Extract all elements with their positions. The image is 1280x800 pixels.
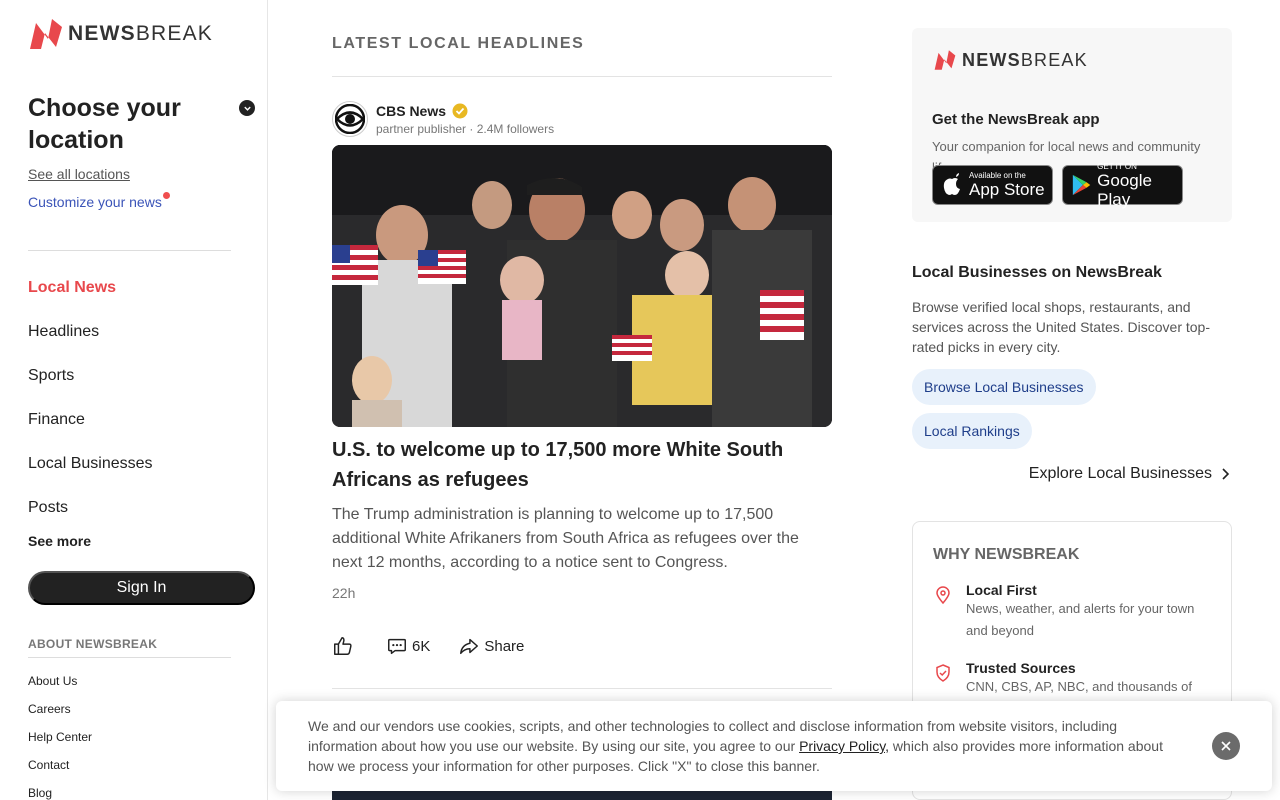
logo-wordmark: NEWSBREAK xyxy=(962,49,1088,70)
newsbreak-logo[interactable]: NEWSBREAK xyxy=(28,17,213,51)
local-businesses-title: Local Businesses on NewsBreak xyxy=(912,264,1162,281)
nav-item-finance[interactable]: Finance xyxy=(28,398,153,442)
nav-item-local-news[interactable]: Local News xyxy=(28,266,153,310)
about-link-about-us[interactable]: About Us xyxy=(28,674,92,702)
next-article-image[interactable] xyxy=(332,790,832,800)
shield-check-icon xyxy=(936,664,950,682)
privacy-policy-link[interactable]: Privacy Policy, xyxy=(799,738,889,754)
article-timestamp: 22h xyxy=(332,585,356,601)
customize-news-label: Customize your news xyxy=(28,194,162,210)
apple-icon xyxy=(943,173,960,195)
app-store-label: App Store xyxy=(969,180,1045,199)
cookie-banner: We and our vendors use cookies, scripts,… xyxy=(276,701,1272,791)
google-play-button[interactable]: GET IT ON Google Play xyxy=(1062,161,1183,209)
nav-item-headlines[interactable]: Headlines xyxy=(28,310,153,354)
app-store-small-label: Available on the xyxy=(969,171,1026,180)
about-link-help-center[interactable]: Help Center xyxy=(28,730,92,758)
publisher-header[interactable]: CBS News partner publisher · 2.4M follow… xyxy=(332,101,554,137)
see-more-button[interactable]: See more xyxy=(28,533,91,549)
why-item-title: Local First xyxy=(966,582,1037,598)
main-nav: Local News Headlines Sports Finance Loca… xyxy=(28,266,153,530)
why-item-desc: CNN, CBS, AP, NBC, and thousands of xyxy=(966,679,1192,694)
article-summary[interactable]: The Trump administration is planning to … xyxy=(332,503,812,575)
sidebar: NEWSBREAK Choose your location See all l… xyxy=(0,0,268,800)
feed-heading: LATEST LOCAL HEADLINES xyxy=(332,35,585,52)
cbs-eye-logo-icon xyxy=(335,104,365,134)
location-dropdown-toggle[interactable] xyxy=(239,100,255,116)
nav-item-posts[interactable]: Posts xyxy=(28,486,153,530)
share-button[interactable]: Share xyxy=(458,635,524,657)
local-businesses-description: Browse verified local shops, restaurants… xyxy=(912,299,1211,355)
google-play-icon xyxy=(1072,174,1091,196)
why-item-trusted-sources: Trusted Sources CNN, CBS, AP, NBC, and t… xyxy=(933,660,1206,698)
article-actions: 6K Share xyxy=(332,635,552,657)
cookie-text: We and our vendors use cookies, scripts,… xyxy=(308,718,1163,774)
share-icon xyxy=(460,638,479,655)
divider xyxy=(28,657,231,658)
about-link-contact[interactable]: Contact xyxy=(28,758,92,786)
chevron-right-icon xyxy=(1222,468,1230,480)
divider xyxy=(28,250,231,251)
local-rankings-button[interactable]: Local Rankings xyxy=(912,413,1032,449)
thumbs-up-icon xyxy=(334,637,352,655)
why-newsbreak-heading: WHY NEWSBREAK xyxy=(933,546,1080,563)
comments-button[interactable]: 6K xyxy=(386,635,430,657)
publisher-avatar xyxy=(332,101,368,137)
publisher-name: CBS News xyxy=(376,102,447,119)
newsbreak-logo-icon xyxy=(934,50,956,70)
article-headline[interactable]: U.S. to welcome up to 17,500 more White … xyxy=(332,435,802,495)
divider xyxy=(332,76,832,77)
notification-dot xyxy=(162,192,170,199)
nav-item-sports[interactable]: Sports xyxy=(28,354,153,398)
location-title: Choose your location xyxy=(28,94,181,154)
article-image[interactable] xyxy=(332,145,832,427)
like-button[interactable] xyxy=(332,635,358,657)
google-play-small-label: GET IT ON xyxy=(1097,161,1137,171)
chevron-down-icon xyxy=(243,106,251,111)
google-play-label: Google Play xyxy=(1097,170,1152,209)
close-icon xyxy=(1221,741,1231,751)
comment-icon xyxy=(388,638,406,655)
newsbreak-logo-icon xyxy=(30,19,62,49)
about-heading: ABOUT NEWSBREAK xyxy=(28,637,158,651)
sign-in-button[interactable]: Sign In xyxy=(28,571,255,605)
cookie-close-button[interactable] xyxy=(1212,732,1240,760)
explore-local-businesses-link[interactable]: Explore Local Businesses xyxy=(1029,465,1232,483)
logo-wordmark: NEWSBREAK xyxy=(68,22,214,45)
about-link-careers[interactable]: Careers xyxy=(28,702,92,730)
about-link-blog[interactable]: Blog xyxy=(28,786,92,800)
why-item-local-first: Local First News, weather, and alerts fo… xyxy=(933,582,1206,642)
location-pin-icon xyxy=(936,586,950,605)
nav-item-local-businesses[interactable]: Local Businesses xyxy=(28,442,153,486)
why-item-title: Trusted Sources xyxy=(966,660,1076,676)
about-links: About Us Careers Help Center Contact Blo… xyxy=(28,674,92,800)
share-label: Share xyxy=(484,637,525,655)
divider xyxy=(332,688,832,689)
browse-local-businesses-button[interactable]: Browse Local Businesses xyxy=(912,369,1096,405)
app-promo-title: Get the NewsBreak app xyxy=(932,111,1100,128)
why-item-desc: News, weather, and alerts for your town … xyxy=(966,601,1195,638)
app-store-button[interactable]: Available on the App Store xyxy=(932,165,1053,205)
customize-news-link[interactable]: Customize your news xyxy=(28,192,170,210)
see-all-locations-link[interactable]: See all locations xyxy=(28,166,130,182)
article-photo xyxy=(332,145,832,427)
verified-badge-icon xyxy=(452,103,468,118)
comment-count: 6K xyxy=(412,637,431,655)
publisher-meta: partner publisher · 2.4M followers xyxy=(376,121,555,136)
app-promo-card: NEWSBREAK Get the NewsBreak app Your com… xyxy=(912,28,1232,222)
explore-label: Explore Local Businesses xyxy=(1028,465,1212,482)
newsbreak-logo: NEWSBREAK xyxy=(932,49,1088,71)
